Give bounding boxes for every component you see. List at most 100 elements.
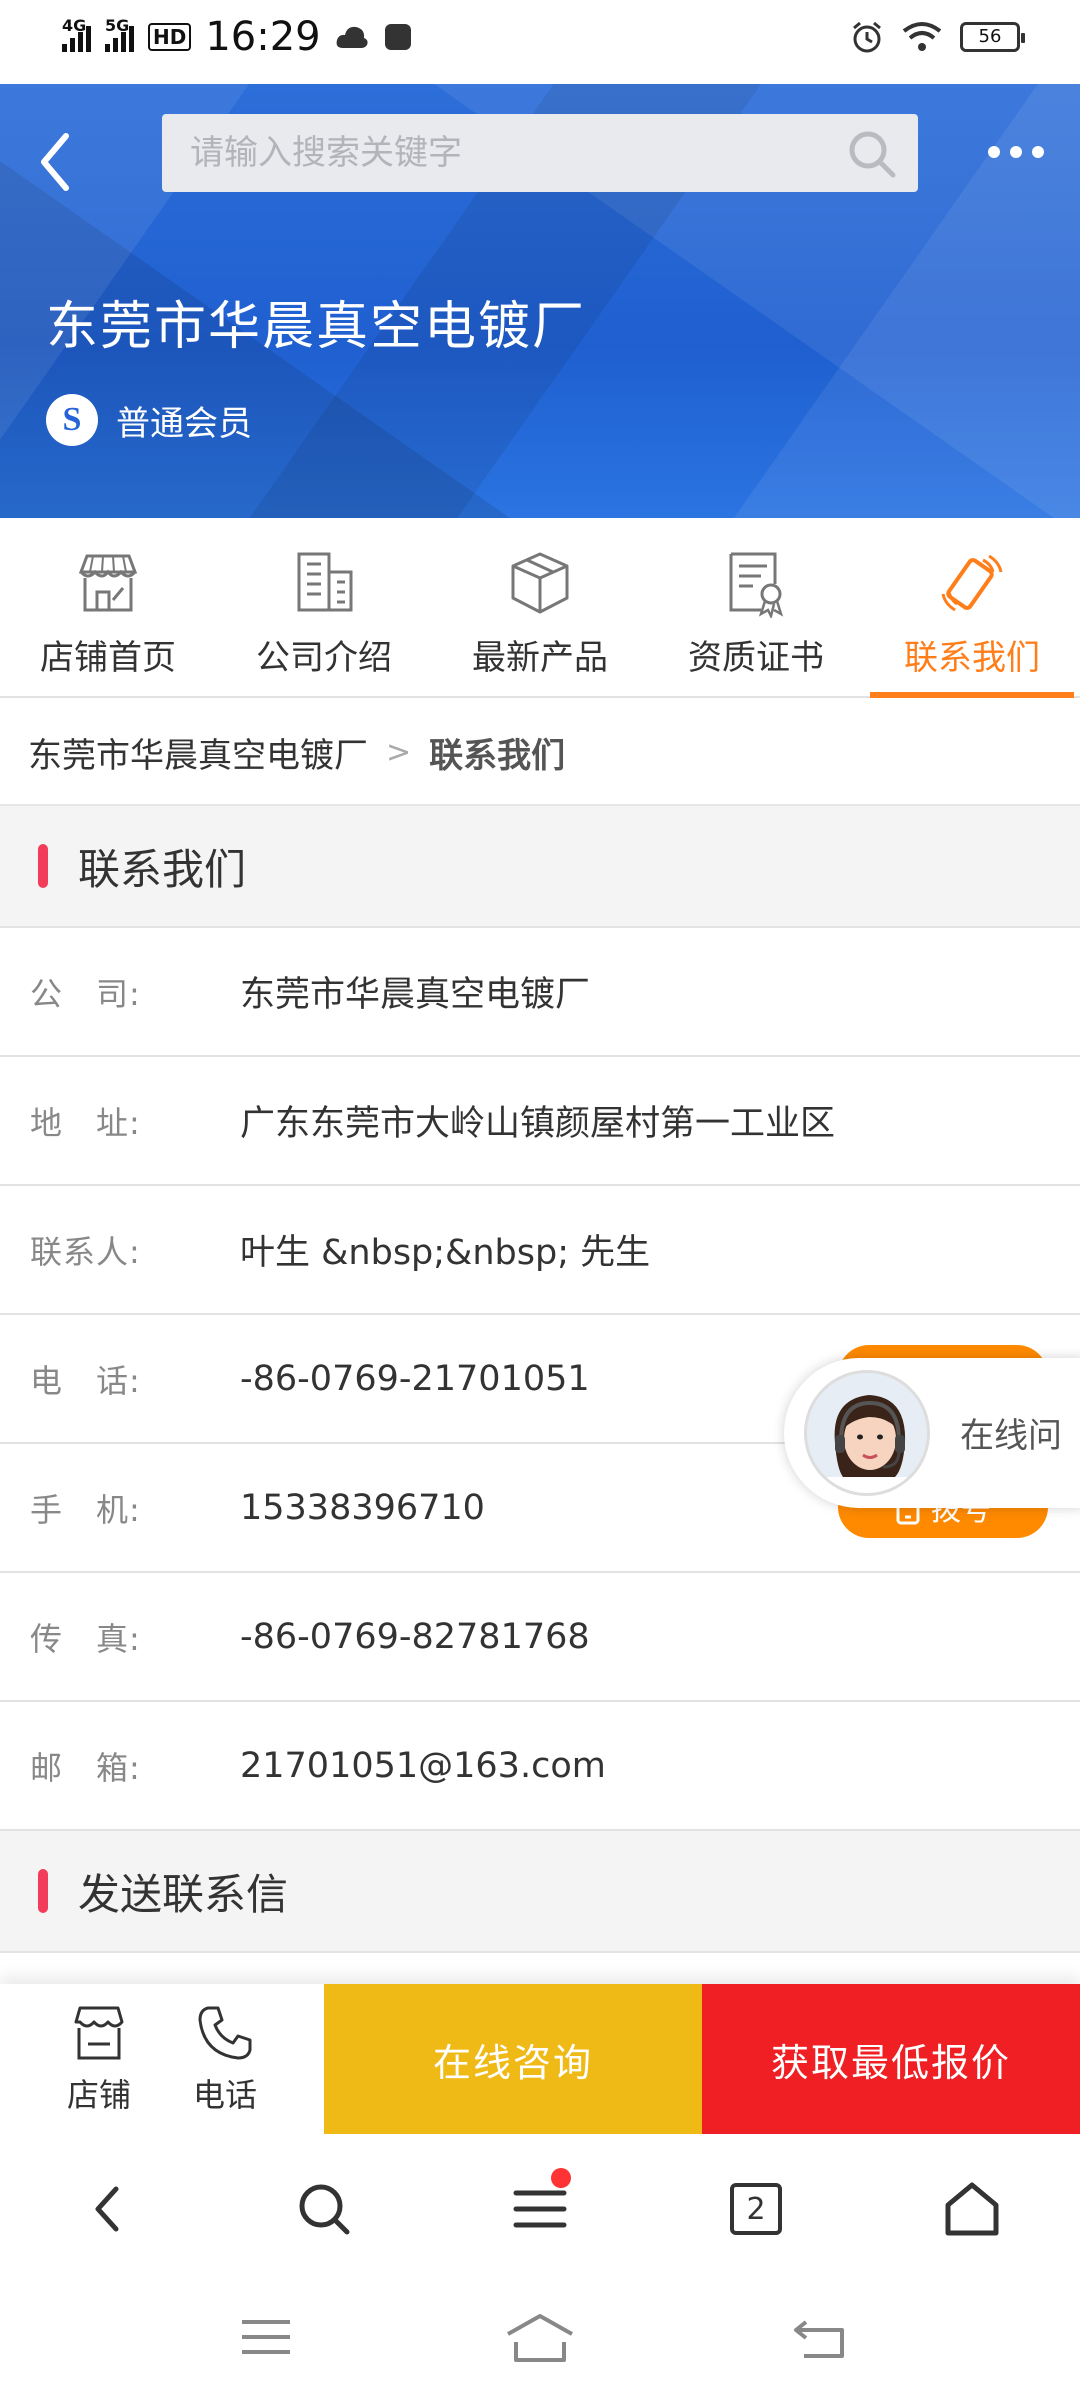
search-box[interactable] [162,114,918,192]
member-level-label: 普通会员 [116,403,252,444]
contact-value: 15338396710 [240,1487,485,1528]
shop-header-banner: 东莞市华晨真空电镀厂 S 普通会员 [0,84,1080,518]
contact-row-address: 地 址: 广东东莞市大岭山镇颜屋村第一工业区 [0,1057,1080,1186]
system-navigation-bar [0,2284,1080,2408]
certificate-icon [729,552,784,618]
chevron-left-icon [41,133,69,191]
contact-value: 叶生 &nbsp;&nbsp; 先生 [240,1233,651,1273]
status-left: 4G 5G HD 16:29 [62,14,413,60]
contact-value: -86-0769-82781768 [240,1616,590,1657]
browser-home-button[interactable] [927,2164,1017,2254]
more-dot-icon [1032,146,1044,158]
browser-back-button[interactable] [63,2164,153,2254]
customer-service-avatar [804,1370,930,1496]
bottom-store-button[interactable]: 店铺 [36,1984,162,2134]
contact-label: 邮 箱: [30,1748,141,1787]
contact-value: 广东东莞市大岭山镇颜屋村第一工业区 [240,1104,836,1144]
member-badge-icon: S [46,394,98,446]
section-title: 发送联系信 [78,1869,289,1919]
company-name-title: 东莞市华晨真空电镀厂 [46,297,587,357]
contact-row-company: 公 司: 东莞市华晨真空电镀厂 [0,928,1080,1057]
network-type-label: 5G [105,16,130,35]
store-icon [74,2006,124,2060]
network-type-label: 4G [62,16,87,35]
back-button[interactable] [32,122,80,202]
contact-value: 东莞市华晨真空电镀厂 [240,975,591,1015]
section-title: 联系我们 [78,844,247,894]
browser-tabs-button[interactable]: 2 [711,2164,801,2254]
more-dot-icon [1010,146,1022,158]
phone-ringing-icon [941,554,1003,612]
contact-label: 传 真: [30,1619,141,1658]
online-chat-float[interactable]: 在线问 [784,1358,1080,1508]
recents-icon [242,2320,290,2354]
section-accent-bar [38,1869,48,1913]
get-lowest-quote-button[interactable]: 获取最低报价 [702,1984,1080,2134]
system-back-button[interactable] [790,2312,860,2372]
tab-latest-products[interactable]: 最新产品 [432,518,648,696]
browser-menu-button[interactable] [495,2164,585,2254]
search-icon [299,2184,350,2235]
bottom-action-bar: 店铺 电话 在线咨询 获取最低报价 [0,1984,1080,2134]
chevron-left-icon [95,2186,119,2232]
system-home-button[interactable] [504,2312,574,2372]
tab-label: 联系我们 [904,638,1040,678]
building-icon [297,552,353,612]
status-bar: 4G 5G HD 16:29 56 [0,0,1080,84]
bottom-phone-label: 电话 [192,2076,257,2114]
breadcrumb: 东莞市华晨真空电镀厂 > 联系我们 [0,700,1080,806]
send-message-section-header: 发送联系信 [0,1831,1080,1953]
breadcrumb-current: 联系我们 [429,735,566,776]
tab-label: 公司介绍 [256,638,392,678]
notification-dot [551,2168,571,2188]
breadcrumb-home-link[interactable]: 东莞市华晨真空电镀厂 [28,728,368,777]
breadcrumb-separator: > [386,734,412,770]
clock: 16:29 [205,14,321,60]
tab-store-home[interactable]: 店铺首页 [0,518,216,696]
browser-search-button[interactable] [279,2164,369,2254]
menu-icon [513,2190,567,2228]
home-outline-icon [507,2314,573,2362]
contact-label: 公 司: [30,974,141,1013]
section-accent-bar [38,844,48,888]
tab-company-intro[interactable]: 公司介绍 [216,518,432,696]
online-chat-label: 在线问 [960,1416,1062,1456]
status-right: 56 [850,20,1025,54]
signal-4g-icon: 4G [62,16,91,52]
agent-avatar-icon [807,1373,927,1493]
contact-label: 地 址: [30,1103,141,1142]
search-input[interactable] [190,114,830,192]
more-menu-button[interactable] [988,146,1044,158]
contact-label: 电 话: [30,1361,141,1400]
tab-label: 店铺首页 [40,638,176,678]
contact-row-person: 联系人: 叶生 &nbsp;&nbsp; 先生 [0,1186,1080,1315]
cloud-icon [336,26,368,48]
browser-toolbar: 2 [0,2134,1080,2284]
tab-certificates[interactable]: 资质证书 [648,518,864,696]
wifi-icon [902,22,942,51]
bottom-phone-button[interactable]: 电话 [162,1984,288,2134]
shop-tabs: 店铺首页 公司介绍 最新产品 资质证书 联系我们 [0,518,1080,698]
home-icon [945,2182,999,2236]
contact-row-email: 邮 箱: 21701051@163.com [0,1702,1080,1831]
search-icon[interactable] [846,128,898,180]
member-level: S 普通会员 [46,394,252,446]
contact-row-fax: 传 真: -86-0769-82781768 [0,1573,1080,1702]
contact-value: -86-0769-21701051 [240,1358,590,1399]
contact-section-header: 联系我们 [0,806,1080,928]
bottom-store-label: 店铺 [66,2076,131,2114]
contact-value: 21701051@163.com [240,1745,606,1786]
more-dot-icon [988,146,1000,158]
contact-label: 手 机: [30,1490,141,1529]
signal-5g-icon: 5G [105,16,134,52]
store-icon [78,554,138,612]
tab-contact-us[interactable]: 联系我们 [864,518,1080,698]
system-recents-button[interactable] [236,2312,306,2372]
alarm-icon [853,21,881,53]
tabs-count: 2 [746,2191,766,2227]
phone-icon [198,2006,252,2060]
back-arrow-icon [794,2320,844,2358]
online-consult-button[interactable]: 在线咨询 [324,1984,702,2134]
hd-icon: HD [148,23,192,51]
box-icon [511,552,569,614]
